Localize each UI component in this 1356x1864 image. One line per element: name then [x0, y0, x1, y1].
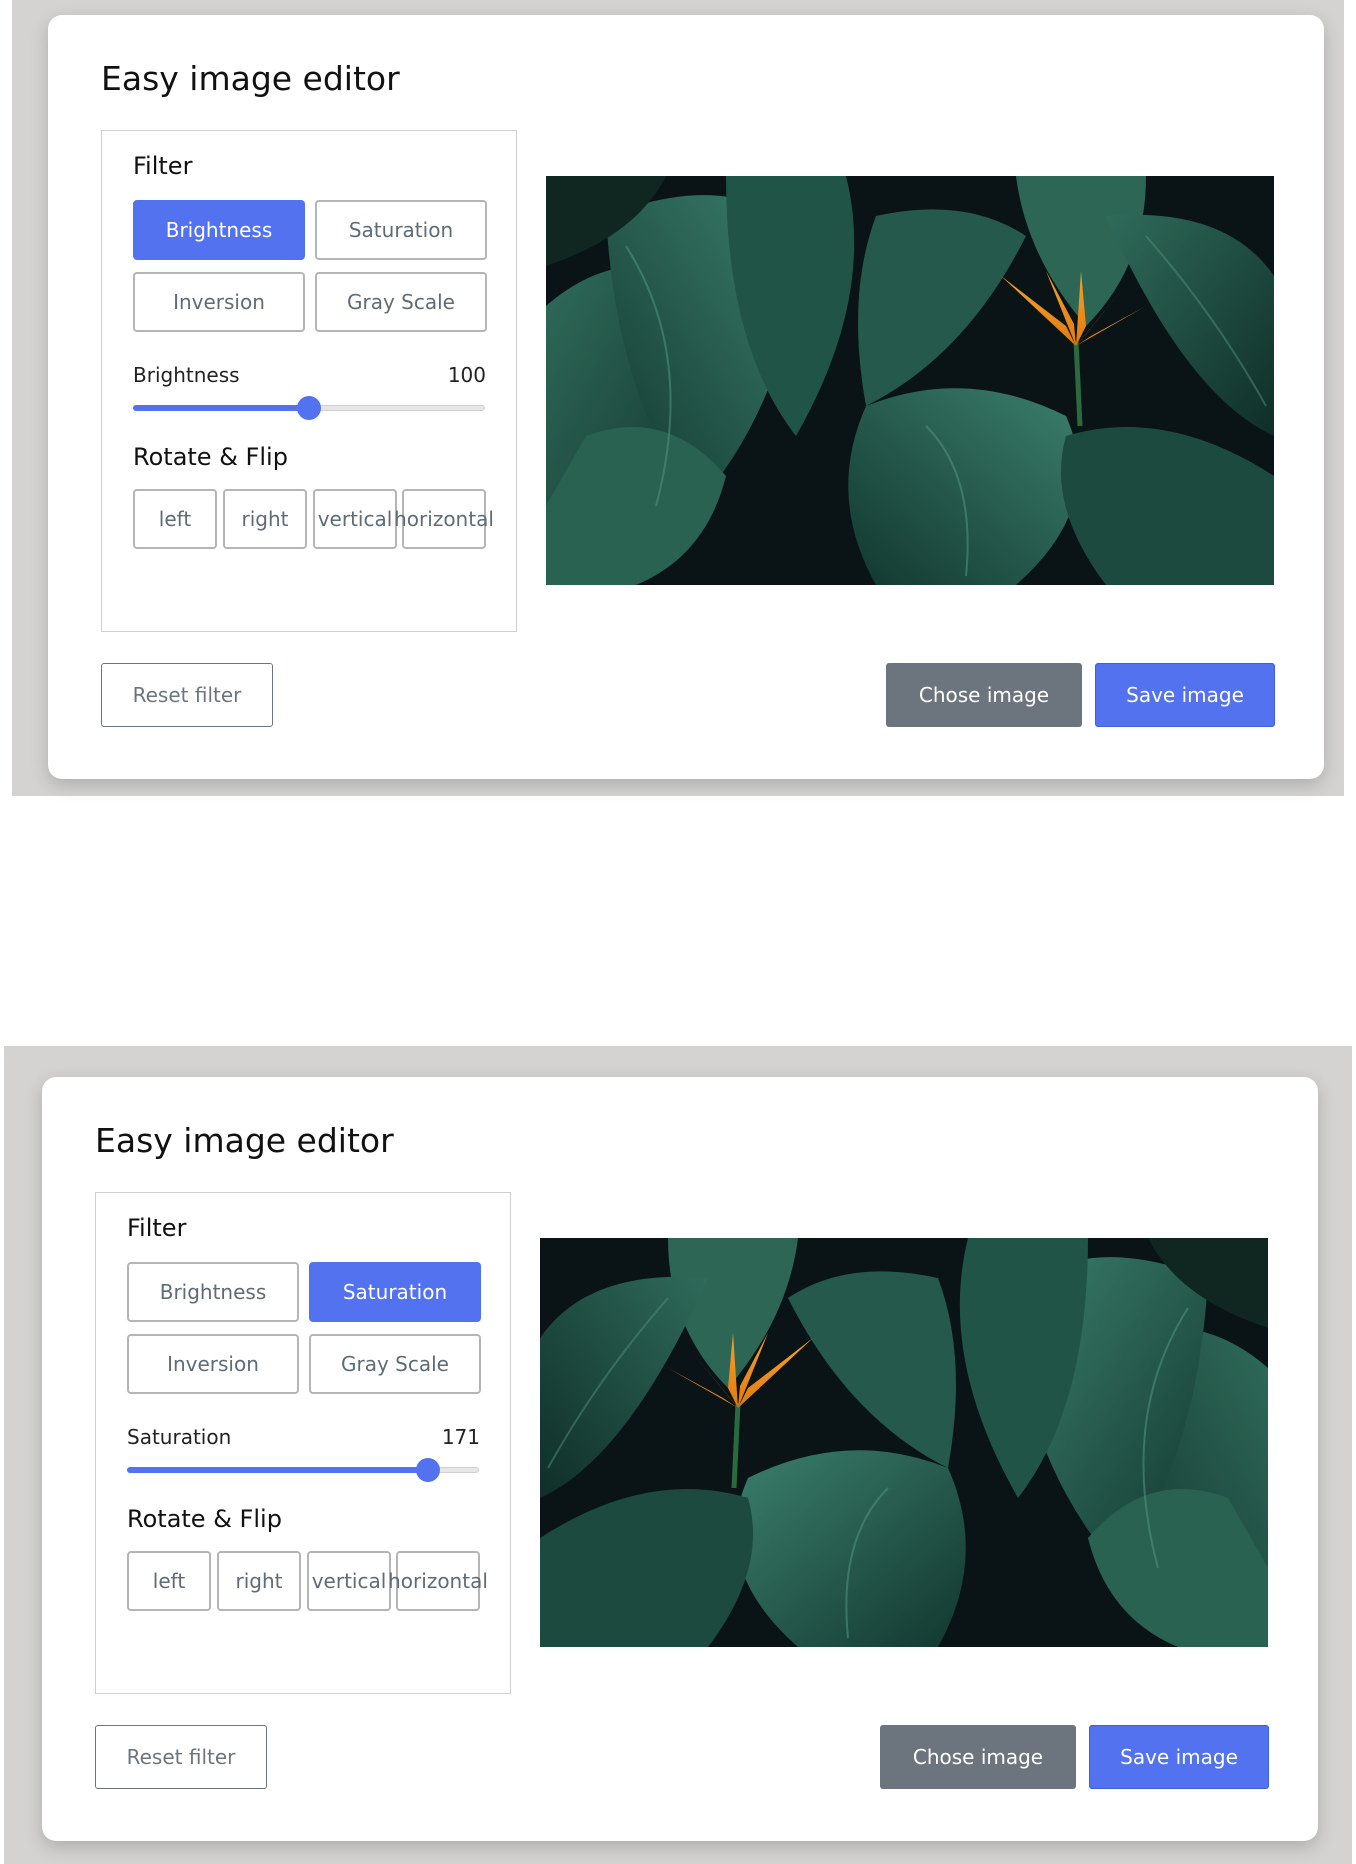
filter-title: Filter	[133, 152, 193, 180]
flip-horizontal-button[interactable]: horizontal	[388, 1551, 488, 1611]
reset-filter-button[interactable]: Reset filter	[101, 663, 273, 727]
flip-vertical-button[interactable]: vertical	[313, 489, 397, 549]
filter-inversion-button[interactable]: Inversion	[127, 1334, 299, 1394]
filter-panel: Filter Brightness Saturation Inversion G…	[95, 1192, 511, 1694]
preview-image	[540, 1238, 1268, 1647]
rotate-flip-title: Rotate & Flip	[127, 1505, 282, 1533]
slider-fill	[133, 405, 309, 411]
save-image-button[interactable]: Save image	[1095, 663, 1275, 727]
rotate-right-button[interactable]: right	[217, 1551, 301, 1611]
filter-grayscale-button[interactable]: Gray Scale	[309, 1334, 481, 1394]
scene-group	[540, 1238, 1268, 1647]
rotate-flip-title: Rotate & Flip	[133, 443, 288, 471]
page-title: Easy image editor	[95, 1121, 394, 1160]
filter-inversion-button[interactable]: Inversion	[133, 272, 305, 332]
page-title: Easy image editor	[101, 59, 400, 98]
image-preview	[546, 176, 1274, 585]
rotate-left-button[interactable]: left	[127, 1551, 211, 1611]
choose-image-button[interactable]: Chose image	[880, 1725, 1076, 1789]
reset-filter-button[interactable]: Reset filter	[95, 1725, 267, 1789]
filter-grayscale-button[interactable]: Gray Scale	[315, 272, 487, 332]
slider-value: 100	[447, 363, 486, 387]
filter-slider[interactable]	[133, 396, 485, 420]
leaf-shape	[735, 1450, 966, 1647]
slider-label: Brightness	[133, 363, 240, 387]
filter-slider[interactable]	[127, 1458, 479, 1482]
filter-brightness-button[interactable]: Brightness	[127, 1262, 299, 1322]
filter-title: Filter	[127, 1214, 187, 1242]
editor-card-1: Easy image editor Filter Brightness Satu…	[48, 15, 1324, 779]
rotate-left-button[interactable]: left	[133, 489, 217, 549]
rotate-right-button[interactable]: right	[223, 489, 307, 549]
slider-label: Saturation	[127, 1425, 232, 1449]
preview-image	[546, 176, 1274, 585]
filter-saturation-button[interactable]: Saturation	[309, 1262, 481, 1322]
choose-image-button[interactable]: Chose image	[886, 663, 1082, 727]
flip-vertical-button[interactable]: vertical	[307, 1551, 391, 1611]
filter-brightness-button[interactable]: Brightness	[133, 200, 305, 260]
scene-group	[546, 176, 1274, 585]
editor-card-2: Easy image editor Filter Brightness Satu…	[42, 1077, 1318, 1841]
leaf-shape	[848, 388, 1079, 585]
image-preview	[540, 1238, 1268, 1647]
slider-thumb[interactable]	[415, 1458, 440, 1482]
flip-horizontal-button[interactable]: horizontal	[394, 489, 494, 549]
filter-saturation-button[interactable]: Saturation	[315, 200, 487, 260]
slider-value: 171	[441, 1425, 480, 1449]
save-image-button[interactable]: Save image	[1089, 1725, 1269, 1789]
slider-fill	[127, 1467, 428, 1473]
slider-thumb[interactable]	[297, 396, 321, 420]
filter-panel: Filter Brightness Saturation Inversion G…	[101, 130, 517, 632]
